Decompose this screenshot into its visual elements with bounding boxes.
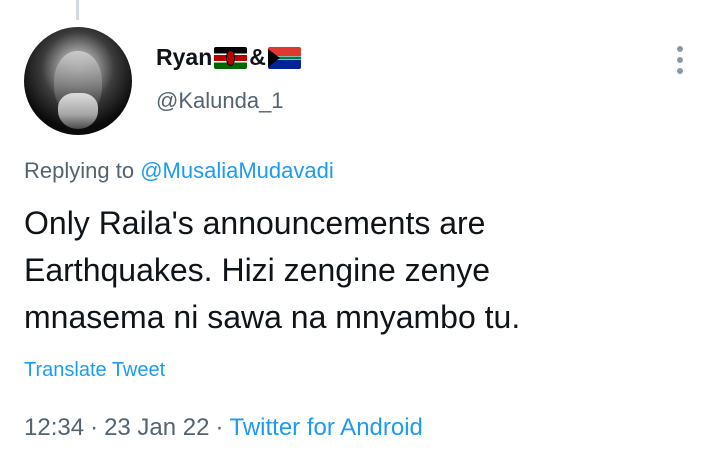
- tweet-meta: 12:34 · 23 Jan 22 · Twitter for Android: [24, 414, 423, 442]
- tweet-time[interactable]: 12:34: [24, 414, 84, 441]
- translate-tweet-link[interactable]: Translate Tweet: [24, 359, 165, 382]
- tweet-text-line: Only Raila's announcements are: [24, 205, 486, 241]
- avatar-beard: [58, 93, 98, 129]
- tweet-text: Only Raila's announcements are Earthquak…: [24, 200, 684, 341]
- replying-to-mention-link[interactable]: @MusaliaMudavadi: [140, 158, 334, 183]
- tweet-date[interactable]: 23 Jan 22: [104, 414, 209, 441]
- author-display-name[interactable]: Ryan: [156, 44, 212, 71]
- more-options-icon[interactable]: [670, 44, 690, 76]
- author-name-row[interactable]: Ryan &: [156, 44, 301, 71]
- kenya-flag-icon: [214, 46, 248, 69]
- meta-separator: ·: [90, 414, 99, 441]
- name-separator: &: [249, 44, 266, 70]
- meta-separator: ·: [215, 414, 224, 441]
- replying-prefix: Replying to: [24, 158, 141, 183]
- tweet-text-line: mnasema ni sawa na mnyambo tu.: [24, 299, 521, 335]
- replying-to-line: Replying to @MusaliaMudavadi: [24, 158, 334, 184]
- south-africa-flag-icon: [267, 46, 301, 69]
- thread-connector-line: [76, 0, 79, 20]
- tweet-source-link[interactable]: Twitter for Android: [229, 414, 422, 441]
- author-handle[interactable]: @Kalunda_1: [156, 88, 284, 114]
- avatar[interactable]: [24, 27, 132, 135]
- tweet-text-line: Earthquakes. Hizi zengine zenye: [24, 252, 491, 288]
